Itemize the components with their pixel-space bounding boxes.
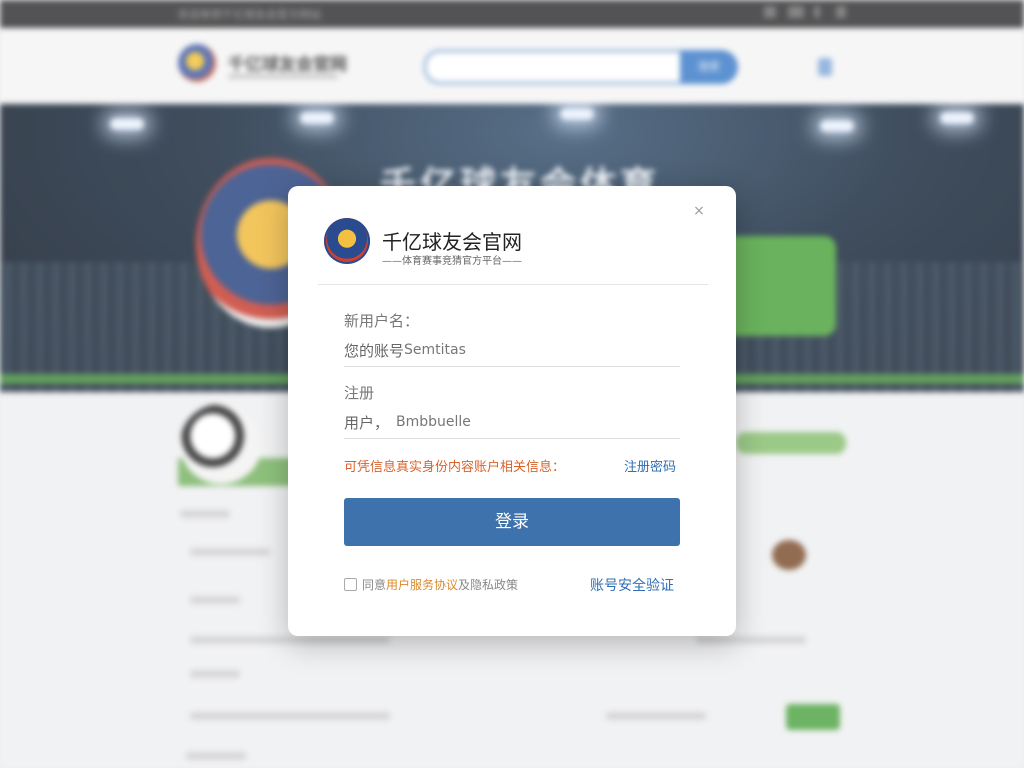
- agree-prefix: 同意: [362, 578, 387, 592]
- notice-text: 可凭信息真实身份内容账户相关信息：: [344, 456, 565, 475]
- close-icon[interactable]: ×: [688, 200, 710, 222]
- username-value[interactable]: Semtitas: [404, 342, 466, 358]
- register-label: 注册: [344, 384, 375, 402]
- username-label: 新用户名：: [344, 312, 420, 330]
- agree-suffix: 及隐私政策: [458, 578, 519, 592]
- agree-checkbox[interactable]: [344, 578, 357, 591]
- notice-prefix: 可凭信息真实身份: [344, 460, 449, 475]
- modal-subtitle: ——体育赛事竞猜官方平台——: [382, 256, 522, 267]
- agree-highlight[interactable]: 用户服务协议: [386, 578, 458, 592]
- login-button[interactable]: 登录: [344, 498, 680, 546]
- login-modal: × 千亿球友会官网 ——体育赛事竞猜官方平台—— 新用户名： 您的账号 Semt…: [288, 186, 736, 636]
- username-prefix: 您的账号: [344, 342, 405, 360]
- security-verify-link[interactable]: 账号安全验证: [590, 575, 674, 595]
- divider: [318, 284, 708, 285]
- username-field[interactable]: 您的账号 Semtitas: [344, 336, 680, 367]
- agree-text: 同意用户服务协议及隐私政策: [362, 576, 518, 593]
- modal-title: 千亿球友会官网: [382, 230, 522, 254]
- user-field[interactable]: 用户， Bmbbuelle: [344, 408, 680, 439]
- brand-logo: [324, 218, 370, 264]
- register-password-link[interactable]: 注册密码: [624, 456, 676, 475]
- user-value[interactable]: Bmbbuelle: [396, 414, 471, 430]
- notice-suffix: 内容账户相关信息：: [448, 460, 566, 475]
- user-prefix: 用户，: [344, 414, 390, 432]
